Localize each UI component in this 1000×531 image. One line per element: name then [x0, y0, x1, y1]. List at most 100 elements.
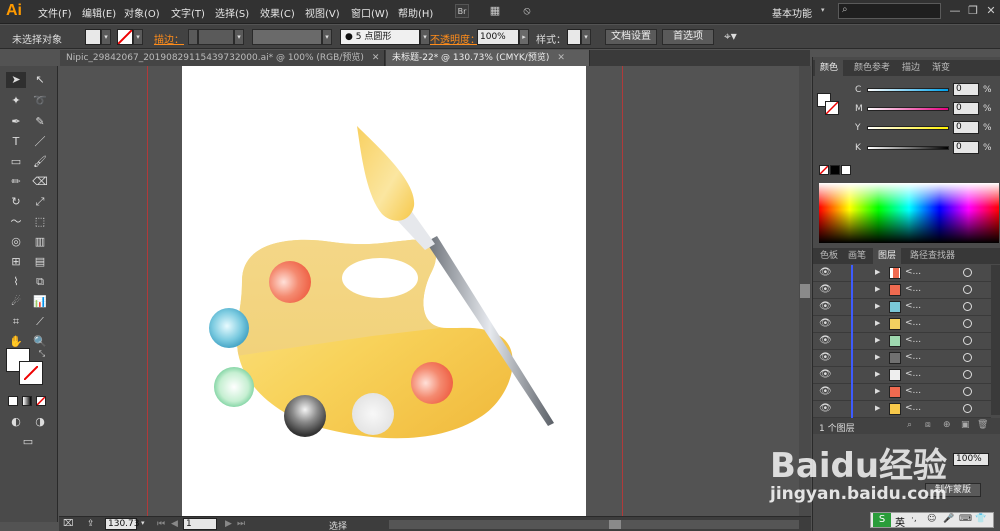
symbol-sprayer-tool-icon[interactable]: ☄ — [6, 294, 26, 310]
menu-effect[interactable]: 效果(C) — [260, 5, 295, 20]
last-artboard-icon[interactable]: ⏭ — [237, 519, 245, 529]
curvature-tool-icon[interactable]: ✎ — [30, 114, 50, 130]
target-circle-icon[interactable] — [963, 387, 972, 396]
target-circle-icon[interactable] — [963, 370, 972, 379]
menu-object[interactable]: 对象(O) — [124, 5, 160, 20]
bridge-icon[interactable]: Br — [455, 4, 469, 18]
keyboard-icon[interactable]: ⌨ — [959, 514, 972, 524]
search-input[interactable]: ⌕ — [838, 3, 941, 19]
tab-untitled-22[interactable]: 未标题-22* @ 130.73% (CMYK/预览) ✕ — [386, 50, 590, 66]
style-swatch[interactable] — [567, 29, 581, 45]
restore-icon[interactable]: ❐ — [966, 4, 980, 18]
gradient-mode-icon[interactable] — [22, 396, 32, 406]
pen-tool-icon[interactable]: ✒ — [6, 114, 26, 130]
none-swatch[interactable] — [819, 165, 829, 175]
fill-swatch[interactable] — [85, 29, 101, 45]
layer-row[interactable]: 👁 ▶ <... — [813, 265, 991, 282]
stroke-swatch[interactable] — [117, 29, 133, 45]
horizontal-scroll-thumb[interactable] — [609, 520, 621, 529]
tab-color-guide[interactable]: 颜色参考 — [849, 60, 895, 76]
eye-icon[interactable]: 👁 — [819, 301, 833, 312]
slider-m[interactable] — [867, 107, 949, 111]
target-circle-icon[interactable] — [963, 404, 972, 413]
color-mode-icon[interactable] — [8, 396, 18, 406]
canvas-area[interactable] — [59, 66, 800, 516]
preferences-button[interactable]: 首选项 — [662, 29, 714, 45]
eye-icon[interactable]: 👁 — [819, 335, 833, 346]
layer-name[interactable]: <... — [905, 403, 921, 413]
eye-icon[interactable]: 👁 — [819, 352, 833, 363]
input-y[interactable]: 0 — [953, 121, 979, 134]
rotate-tool-icon[interactable]: ↻ — [6, 194, 26, 210]
zoom-input[interactable]: 130.73 — [105, 518, 140, 530]
input-k[interactable]: 0 — [953, 141, 979, 154]
eraser-tool-icon[interactable]: ⌫ — [30, 174, 50, 190]
line-tool-icon[interactable]: ／ — [30, 134, 50, 150]
close-icon[interactable]: ✕ — [984, 4, 998, 18]
rectangle-tool-icon[interactable]: ▭ — [6, 154, 26, 170]
zoom-dropdown-icon[interactable]: ▾ — [141, 519, 145, 527]
slider-c[interactable] — [867, 88, 949, 92]
column-graph-tool-icon[interactable]: 📊 — [30, 294, 50, 310]
layer-name[interactable]: <... — [905, 386, 921, 396]
layers-scrollbar[interactable] — [991, 265, 1000, 415]
target-circle-icon[interactable] — [963, 353, 972, 362]
swap-colors-icon[interactable]: ⤡ — [36, 346, 48, 362]
scroll-thumb[interactable] — [800, 284, 810, 298]
eyedropper-tool-icon[interactable]: ⌇ — [6, 274, 26, 290]
tab-brushes[interactable]: 画笔 — [843, 248, 871, 264]
expand-triangle-icon[interactable]: ▶ — [875, 268, 880, 276]
previous-artboard-icon[interactable]: ◀ — [171, 519, 178, 529]
tab-color[interactable]: 颜色 — [815, 60, 844, 76]
target-circle-icon[interactable] — [963, 319, 972, 328]
expand-triangle-icon[interactable]: ▶ — [875, 285, 880, 293]
tab-gradient[interactable]: 渐变 — [927, 60, 955, 76]
paintbrush-tool-icon[interactable]: 🖌 — [30, 154, 50, 170]
menu-type[interactable]: 文字(T) — [171, 5, 205, 20]
draw-mode-icon[interactable]: ◐ — [6, 414, 26, 430]
tab-layers[interactable]: 图层 — [873, 248, 902, 264]
eye-icon[interactable]: 👁 — [819, 369, 833, 380]
warp-tool-icon[interactable]: 〜 — [6, 214, 26, 230]
workspace-switcher[interactable]: 基本功能 — [772, 5, 812, 20]
eye-icon[interactable]: 👁 — [819, 318, 833, 329]
clipping-mask-icon[interactable]: ⧈ — [925, 420, 931, 430]
input-m[interactable]: 0 — [953, 102, 979, 115]
eye-icon[interactable]: 👁 — [819, 284, 833, 295]
document-setup-button[interactable]: 文档设置 — [605, 29, 657, 45]
expand-triangle-icon[interactable]: ▶ — [875, 319, 880, 327]
stroke-weight-input[interactable] — [198, 29, 234, 45]
share-icon[interactable]: ⇪ — [87, 519, 95, 529]
layer-name[interactable]: <... — [905, 284, 921, 294]
layer-row[interactable]: 👁 ▶ <... — [813, 350, 991, 367]
scale-tool-icon[interactable]: ⤢ — [30, 194, 50, 210]
artboard-number-input[interactable]: 1 — [183, 518, 217, 530]
mesh-tool-icon[interactable]: ⊞ — [6, 254, 26, 270]
layer-row[interactable]: 👁 ▶ <... — [813, 384, 991, 401]
horizontal-scrollbar[interactable] — [389, 520, 799, 529]
stroke-label[interactable]: 描边： — [154, 31, 184, 46]
input-c[interactable]: 0 — [953, 83, 979, 96]
type-tool-icon[interactable]: T — [6, 134, 26, 150]
ime-lang[interactable]: 英 — [895, 514, 905, 529]
layer-row[interactable]: 👁 ▶ <... — [813, 282, 991, 299]
layer-row[interactable]: 👁 ▶ <... — [813, 401, 991, 418]
new-layer-icon[interactable]: ▣ — [961, 420, 970, 430]
minimize-icon[interactable]: — — [948, 4, 962, 18]
eye-icon[interactable]: 👁 — [819, 386, 833, 397]
tab-stroke[interactable]: 描边 — [897, 60, 925, 76]
gpu-performance-icon[interactable]: ⦸ — [520, 4, 534, 18]
menu-file[interactable]: 文件(F) — [38, 5, 72, 20]
slider-y[interactable] — [867, 126, 949, 130]
eye-icon[interactable]: 👁 — [819, 267, 833, 278]
none-mode-icon[interactable] — [36, 396, 46, 406]
blend-tool-icon[interactable]: ⧉ — [30, 274, 50, 290]
opacity-label[interactable]: 不透明度： — [430, 31, 480, 46]
delete-layer-icon[interactable]: 🗑 — [977, 420, 988, 430]
artboard-tool-icon[interactable]: ⌗ — [6, 314, 26, 330]
layer-row[interactable]: 👁 ▶ <... — [813, 367, 991, 384]
black-swatch[interactable] — [830, 165, 840, 175]
expand-triangle-icon[interactable]: ▶ — [875, 302, 880, 310]
gradient-tool-icon[interactable]: ▤ — [30, 254, 50, 270]
tab-swatches[interactable]: 色板 — [815, 248, 843, 264]
